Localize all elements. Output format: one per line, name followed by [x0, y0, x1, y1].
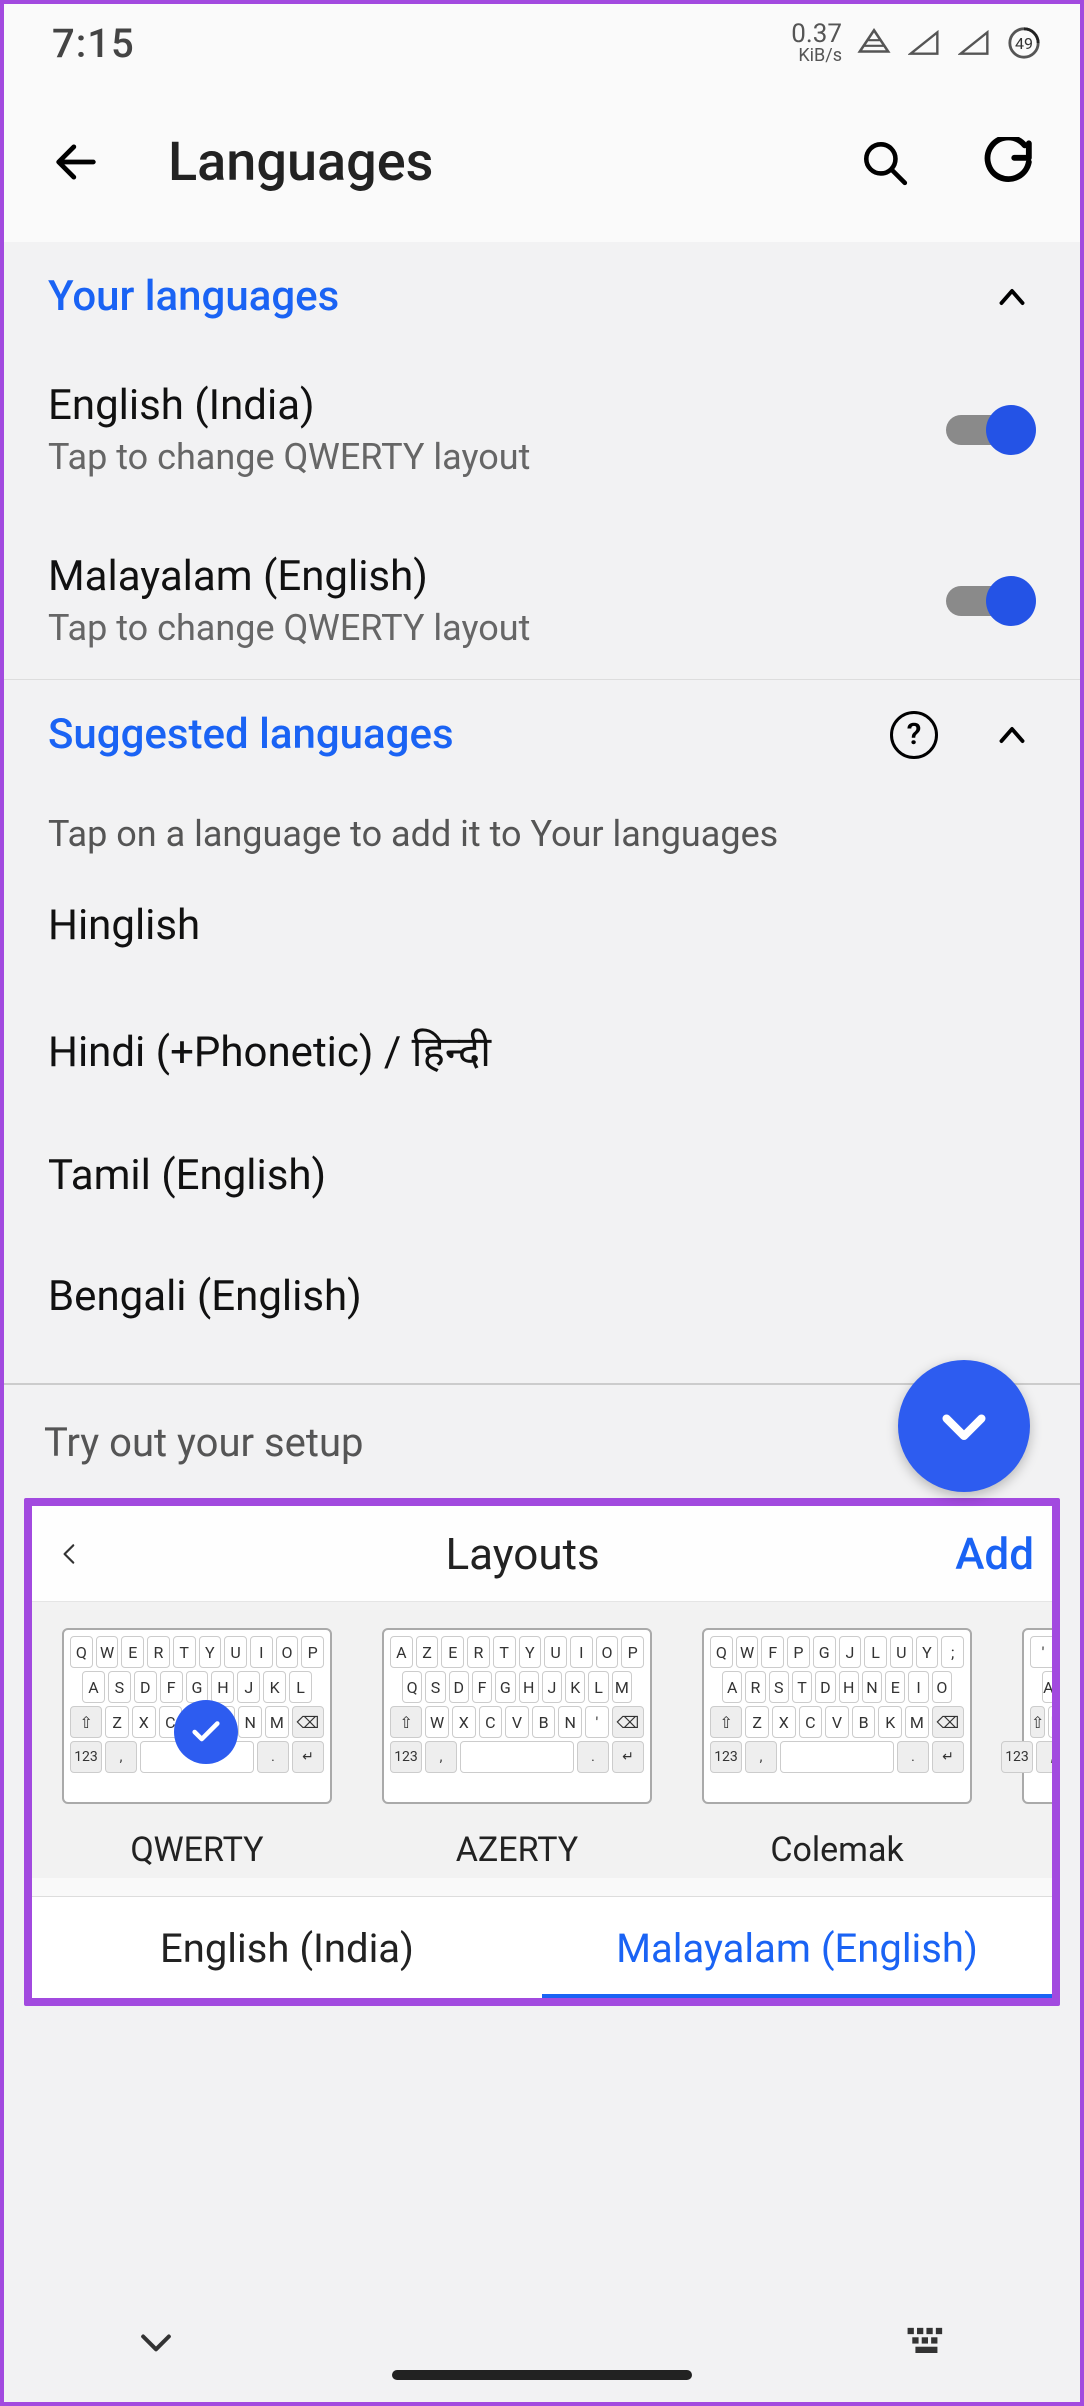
- nav-pill[interactable]: [392, 2370, 692, 2380]
- chevron-up-icon: [988, 711, 1036, 759]
- layout-caption: D: [1012, 1830, 1052, 1870]
- your-languages-header[interactable]: Your languages: [4, 242, 1080, 351]
- back-button[interactable]: [44, 130, 108, 194]
- page-title: Languages: [168, 131, 792, 194]
- help-icon[interactable]: ?: [890, 711, 938, 759]
- language-toggle-malayalam[interactable]: [946, 576, 1036, 626]
- chevron-up-icon: [988, 273, 1036, 321]
- signal-icon-1: [906, 25, 942, 61]
- suggested-bengali[interactable]: Bengali (English): [4, 1236, 1080, 1357]
- layouts-add-button[interactable]: Add: [955, 1528, 1034, 1580]
- battery-icon: 49: [1006, 25, 1042, 61]
- layout-caption: Colemak: [692, 1830, 982, 1870]
- chevron-down-icon: [934, 1396, 994, 1456]
- suggested-hinglish[interactable]: Hinglish: [4, 865, 1080, 986]
- app-bar: Languages: [4, 82, 1080, 242]
- layouts-title: Layouts: [90, 1528, 955, 1580]
- layout-card-azerty[interactable]: AZERTYUIOPQSDFGHJKLM⇧WXCVBN'⌫123,.↵AZERT…: [372, 1628, 662, 1870]
- system-nav-bar: [4, 2282, 1080, 2402]
- layouts-panel: Layouts Add QWERTYUIOPASDFGHJKL⇧ZXCVBNM⌫…: [24, 1498, 1060, 2006]
- layout-card-colemak[interactable]: QWFPGJLUY;ARSTDHNEIO⇧ZXCVBKM⌫123,.↵Colem…: [692, 1628, 982, 1870]
- search-button[interactable]: [852, 130, 916, 194]
- language-sub: Tap to change QWERTY layout: [48, 607, 926, 649]
- nav-keyboard-button[interactable]: [896, 2310, 960, 2374]
- language-toggle-english[interactable]: [946, 405, 1036, 455]
- network-rate: 0.37 KiB/s: [791, 21, 842, 65]
- layouts-carousel[interactable]: QWERTYUIOPASDFGHJKL⇧ZXCVBNM⌫123,.↵QWERTY…: [32, 1602, 1052, 1878]
- suggested-tamil[interactable]: Tamil (English): [4, 1115, 1080, 1236]
- signal-icon-2: [956, 25, 992, 61]
- refresh-button[interactable]: [976, 130, 1040, 194]
- language-sub: Tap to change QWERTY layout: [48, 436, 926, 478]
- layout-caption: AZERTY: [372, 1830, 662, 1870]
- language-row-english-india[interactable]: English (India) Tap to change QWERTY lay…: [4, 351, 1080, 508]
- tab-malayalam-english[interactable]: Malayalam (English): [542, 1897, 1052, 1998]
- language-name: Malayalam (English): [48, 552, 926, 601]
- keyboard-icon: [906, 2325, 950, 2359]
- expand-fab[interactable]: [898, 1360, 1030, 1492]
- layout-card-qwerty[interactable]: QWERTYUIOPASDFGHJKL⇧ZXCVBNM⌫123,.↵QWERTY: [52, 1628, 342, 1870]
- your-languages-label: Your languages: [48, 272, 988, 321]
- suggested-languages-header[interactable]: Suggested languages ?: [4, 680, 1080, 789]
- search-icon: [859, 137, 909, 187]
- suggested-hindi[interactable]: Hindi (+Phonetic) / हिन्दी: [4, 986, 1080, 1115]
- language-name: English (India): [48, 381, 926, 430]
- selected-check-icon: [174, 1700, 238, 1764]
- layout-caption: QWERTY: [52, 1830, 342, 1870]
- language-row-malayalam[interactable]: Malayalam (English) Tap to change QWERTY…: [4, 508, 1080, 679]
- layout-card-d[interactable]: ',.AOEU⇧'QJ⌫123,.↵D: [1012, 1628, 1052, 1870]
- layouts-back-button[interactable]: [50, 1534, 90, 1574]
- language-tabs: English (India) Malayalam (English): [32, 1896, 1052, 1998]
- tab-english-india[interactable]: English (India): [32, 1897, 542, 1998]
- nav-chevron-down[interactable]: [124, 2310, 188, 2374]
- suggested-hint: Tap on a language to add it to Your lang…: [4, 789, 1080, 865]
- status-bar: 7:15 0.37 KiB/s 49: [4, 4, 1080, 82]
- layouts-header: Layouts Add: [32, 1506, 1052, 1602]
- arrow-left-icon: [50, 136, 102, 188]
- chevron-left-icon: [57, 1541, 83, 1567]
- chevron-down-icon: [134, 2320, 178, 2364]
- wifi-icon: [856, 25, 892, 61]
- refresh-icon: [983, 137, 1033, 187]
- suggested-languages-label: Suggested languages: [48, 710, 890, 759]
- status-time: 7:15: [52, 20, 135, 67]
